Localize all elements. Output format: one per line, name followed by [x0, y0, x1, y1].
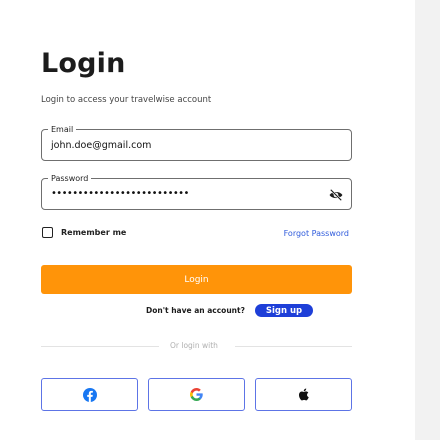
- page-subtitle: Login to access your travelwise account: [41, 95, 212, 105]
- facebook-login-button[interactable]: [41, 378, 138, 411]
- divider-text: Or login with: [170, 341, 218, 350]
- divider-right: [235, 346, 352, 347]
- email-value[interactable]: john.doe@gmail.com: [51, 140, 151, 151]
- email-field[interactable]: Email john.doe@gmail.com: [41, 124, 352, 161]
- email-label: Email: [48, 124, 77, 135]
- apple-login-button[interactable]: [255, 378, 352, 411]
- signup-button[interactable]: Sign up: [255, 304, 313, 317]
- remember-checkbox[interactable]: [42, 227, 53, 238]
- login-button[interactable]: Login: [41, 265, 352, 294]
- side-panel: [415, 0, 440, 440]
- password-label: Password: [48, 173, 92, 184]
- forgot-password-link[interactable]: Forgot Password: [284, 229, 349, 238]
- page-title: Login: [41, 48, 126, 79]
- password-value[interactable]: ••••••••••••••••••••••••••: [51, 188, 189, 199]
- facebook-icon: [82, 387, 97, 402]
- google-icon: [190, 388, 203, 401]
- remember-label: Remember me: [61, 228, 127, 237]
- no-account-text: Don't have an account?: [146, 306, 245, 315]
- password-field[interactable]: Password ••••••••••••••••••••••••••: [41, 173, 352, 210]
- remember-me[interactable]: Remember me: [42, 227, 126, 238]
- divider-left: [41, 346, 159, 347]
- apple-icon: [298, 388, 309, 401]
- eye-off-icon[interactable]: [329, 189, 343, 201]
- google-login-button[interactable]: [148, 378, 245, 411]
